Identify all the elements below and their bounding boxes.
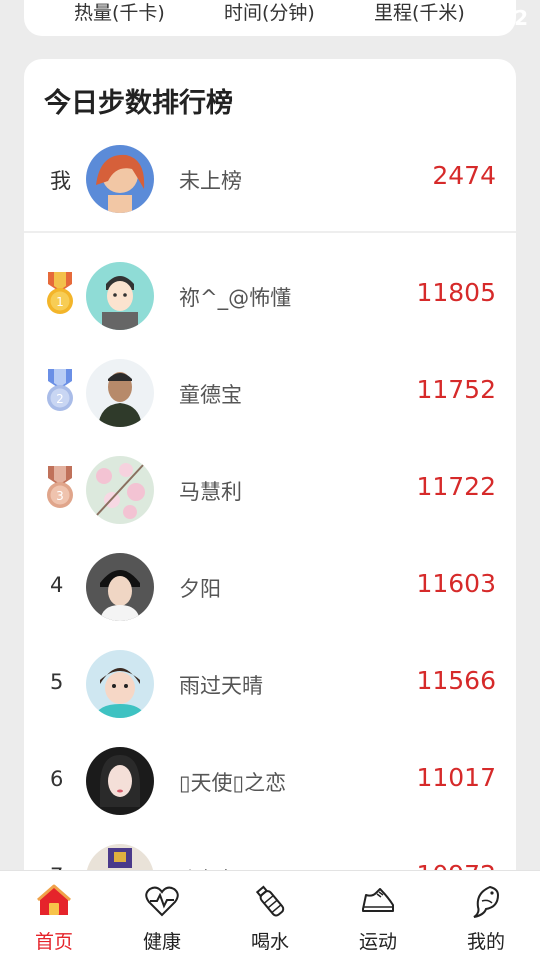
list-item[interactable]: 6 ▯天使▯之恋 11017 xyxy=(24,741,516,821)
list-item[interactable]: 5 雨过天晴 11566 xyxy=(24,644,516,724)
nav-water[interactable]: 喝水 xyxy=(216,871,324,961)
stats-card: 热量(千卡) 时间(分钟) 里程(千米) xyxy=(24,0,516,36)
distance-label: 里程(千米) xyxy=(374,2,465,24)
avatar[interactable] xyxy=(86,747,154,815)
rank-number: 6 xyxy=(50,767,64,791)
nav-label: 喝水 xyxy=(250,931,289,953)
avatar[interactable] xyxy=(86,145,154,213)
my-rank-label: 我 xyxy=(50,169,71,193)
nav-label: 首页 xyxy=(34,931,73,953)
bottom-nav: 首页 健康 喝水 运动 我的 xyxy=(0,870,540,961)
heart-icon xyxy=(145,886,179,917)
my-rank-row[interactable]: 我 未上榜 2474 xyxy=(24,139,516,219)
user-name: 夕阳 xyxy=(179,577,221,601)
water-bottle-icon xyxy=(255,885,285,917)
step-count: 11752 xyxy=(416,375,496,404)
nav-sport[interactable]: 运动 xyxy=(324,871,432,961)
rank-number: 4 xyxy=(50,573,64,597)
svg-text:3: 3 xyxy=(56,489,64,503)
corner-number: 2 xyxy=(514,6,528,30)
svg-text:2: 2 xyxy=(56,392,64,406)
nav-home[interactable]: 首页 xyxy=(0,871,108,961)
my-rank-name: 未上榜 xyxy=(179,169,242,193)
step-count: 11566 xyxy=(416,666,496,695)
list-item[interactable]: 1 祢^_@怖懂 11805 xyxy=(24,256,516,336)
user-name: 童德宝 xyxy=(179,383,242,407)
list-item[interactable]: 4 夕阳 11603 xyxy=(24,547,516,627)
sneaker-icon xyxy=(362,888,394,912)
home-icon xyxy=(37,884,71,915)
svg-text:1: 1 xyxy=(56,295,64,309)
nav-label: 健康 xyxy=(142,931,181,953)
avatar[interactable] xyxy=(86,650,154,718)
koi-fish-icon xyxy=(473,885,500,918)
avatar[interactable] xyxy=(86,553,154,621)
gold-medal-icon: 1 xyxy=(47,272,73,314)
list-item[interactable]: 3 马慧利 11722 xyxy=(24,450,516,530)
list-item[interactable]: 2 童德宝 11752 xyxy=(24,353,516,433)
step-count: 11805 xyxy=(416,278,496,307)
avatar[interactable] xyxy=(86,262,154,330)
user-name: 祢^_@怖懂 xyxy=(179,286,292,310)
my-steps: 2474 xyxy=(432,161,496,190)
user-name: 马慧利 xyxy=(179,480,242,504)
user-name: ▯天使▯之恋 xyxy=(179,771,287,795)
divider xyxy=(24,231,516,233)
nav-mine[interactable]: 我的 xyxy=(432,871,540,961)
step-count: 11017 xyxy=(416,763,496,792)
nav-label: 我的 xyxy=(466,931,505,953)
ranking-title: 今日步数排行榜 xyxy=(44,88,233,119)
step-ranking-card: 今日步数排行榜 我 未上榜 2474 1 祢^_@怖懂 11805 2 童德宝 … xyxy=(24,59,516,919)
avatar[interactable] xyxy=(86,359,154,427)
time-label: 时间(分钟) xyxy=(224,2,315,24)
rank-number: 5 xyxy=(50,670,64,694)
avatar[interactable] xyxy=(86,456,154,524)
nav-health[interactable]: 健康 xyxy=(108,871,216,961)
step-count: 11603 xyxy=(416,569,496,598)
bronze-medal-icon: 3 xyxy=(47,466,73,508)
user-name: 雨过天晴 xyxy=(179,674,263,698)
step-count: 11722 xyxy=(416,472,496,501)
silver-medal-icon: 2 xyxy=(47,369,73,411)
nav-label: 运动 xyxy=(358,931,397,953)
calories-label: 热量(千卡) xyxy=(74,2,165,24)
